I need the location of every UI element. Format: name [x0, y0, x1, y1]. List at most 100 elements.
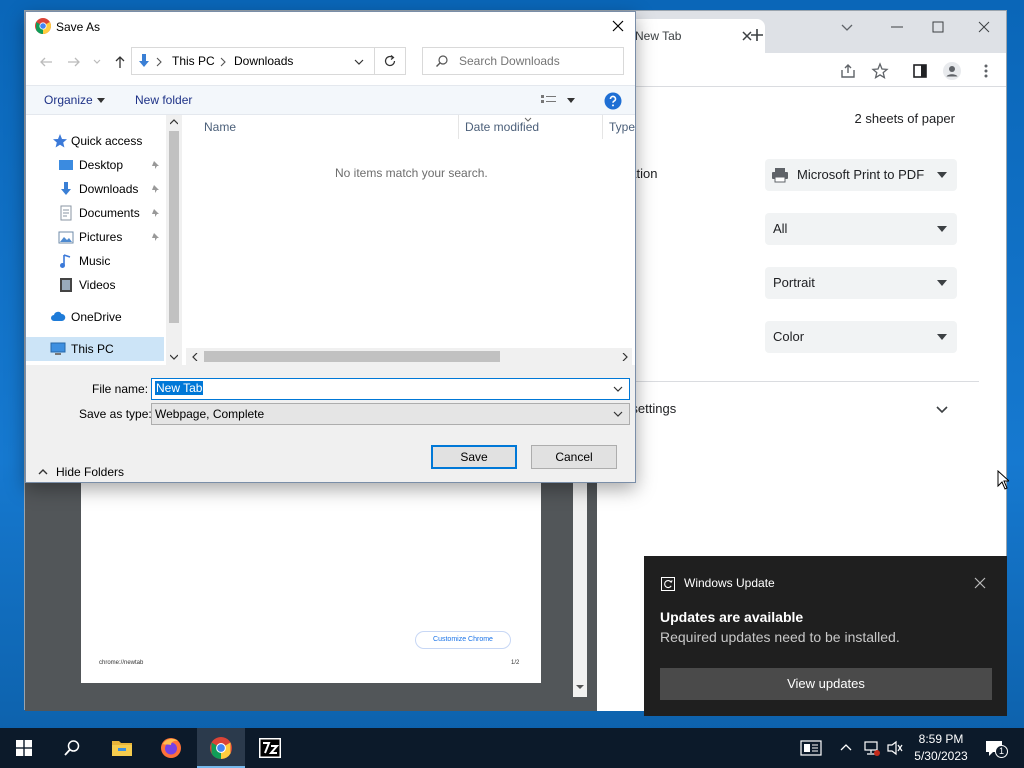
file-name-field[interactable]: New Tab [151, 378, 630, 400]
preview-scrollbar[interactable] [573, 483, 587, 697]
save-button[interactable]: Save [431, 445, 517, 469]
window-close-icon[interactable] [974, 17, 994, 37]
scroll-down-arrow-icon[interactable] [576, 683, 584, 691]
chevron-up-icon[interactable] [38, 468, 48, 475]
tab-search-chevron-icon[interactable] [837, 17, 857, 37]
scroll-up-arrow-icon[interactable] [170, 119, 178, 125]
address-bar[interactable]: This PC Downloads [131, 47, 375, 75]
color-select[interactable]: Color [765, 321, 957, 353]
nav-item-documents[interactable]: Documents [26, 201, 164, 225]
nav-item-videos[interactable]: Videos [26, 273, 164, 297]
toast-close-icon[interactable] [974, 577, 986, 589]
address-history-chevron-icon[interactable] [354, 58, 364, 66]
help-icon[interactable] [604, 92, 622, 110]
action-center-button[interactable]: 1 [980, 728, 1016, 768]
nav-item-desktop[interactable]: Desktop [26, 153, 164, 177]
file-list[interactable]: Name Date modified Type No items match y… [182, 115, 635, 365]
organize-menu[interactable]: Organize [44, 93, 93, 107]
taskbar: 8:59 PM 5/30/2023 1 [0, 728, 1024, 768]
save-as-type-dropdown-icon[interactable] [613, 411, 623, 418]
chrome-icon [210, 737, 232, 759]
profile-avatar-icon[interactable] [943, 62, 961, 80]
system-tray-chevron-icon[interactable] [840, 743, 852, 751]
dialog-bottom-panel: File name: New Tab Save as type: Webpage… [26, 365, 635, 482]
system-clock[interactable]: 8:59 PM 5/30/2023 [904, 731, 978, 765]
search-input[interactable] [459, 53, 619, 69]
dialog-title-bar[interactable]: Save As [26, 12, 635, 41]
new-tab-plus-icon[interactable] [749, 27, 765, 43]
dialog-title: Save As [56, 20, 101, 34]
cancel-button[interactable]: Cancel [531, 445, 617, 469]
minimize-icon[interactable] [887, 17, 907, 37]
toast-app-name: Windows Update [684, 576, 775, 590]
scroll-left-arrow-icon[interactable] [192, 353, 198, 361]
destination-value: Microsoft Print to PDF [797, 167, 925, 182]
document-icon [60, 205, 72, 221]
maximize-icon[interactable] [928, 17, 948, 37]
breadcrumb-this-pc[interactable]: This PC [172, 54, 215, 68]
firefox-icon [161, 738, 181, 758]
recent-locations-chevron-icon[interactable] [92, 54, 102, 70]
refresh-icon [384, 55, 396, 67]
breadcrumb-downloads[interactable]: Downloads [234, 54, 293, 68]
view-updates-button[interactable]: View updates [660, 668, 992, 700]
color-value: Color [773, 329, 805, 344]
windows-update-toast[interactable]: Windows Update Updates are available Req… [644, 556, 1007, 716]
7zip-icon [259, 738, 281, 758]
view-caret-icon[interactable] [567, 98, 575, 104]
news-widget-icon[interactable] [800, 740, 822, 756]
nav-item-pictures[interactable]: Pictures [26, 225, 164, 249]
organize-caret-icon[interactable] [97, 98, 105, 104]
scrollbar-thumb[interactable] [204, 351, 500, 362]
taskbar-7zip[interactable] [246, 728, 294, 768]
forward-arrow-icon[interactable] [66, 54, 82, 70]
volume-muted-icon[interactable] [886, 740, 904, 756]
bookmark-star-icon[interactable] [871, 62, 889, 80]
taskbar-search-button[interactable] [48, 728, 96, 768]
navigation-pane-scrollbar[interactable] [166, 115, 182, 365]
view-options-icon[interactable] [540, 93, 558, 107]
video-icon [60, 278, 72, 292]
side-panel-icon[interactable] [911, 62, 929, 80]
share-icon[interactable] [839, 62, 857, 80]
column-header-type[interactable]: Type [609, 115, 635, 139]
destination-select[interactable]: Microsoft Print to PDF [765, 159, 957, 191]
chevron-down-icon[interactable] [935, 405, 949, 415]
file-explorer-icon [112, 741, 132, 756]
back-arrow-icon[interactable] [38, 54, 54, 70]
hide-folders-toggle[interactable]: Hide Folders [56, 465, 124, 479]
refresh-button[interactable] [375, 47, 406, 75]
windows-logo-icon [16, 740, 32, 756]
scroll-down-arrow-icon[interactable] [170, 354, 178, 360]
nav-item-this-pc[interactable]: This PC [26, 337, 164, 361]
save-as-type-select[interactable]: Webpage, Complete [151, 403, 630, 425]
search-box[interactable] [422, 47, 624, 75]
preview-footer-url: chrome://newtab [99, 660, 144, 666]
new-folder-button[interactable]: New folder [135, 93, 192, 107]
pages-select[interactable]: All [765, 213, 957, 245]
horizontal-scrollbar[interactable] [186, 348, 632, 365]
nav-item-music[interactable]: Music [26, 249, 164, 273]
nav-item-onedrive[interactable]: OneDrive [26, 305, 164, 329]
desktop-icon [59, 160, 73, 170]
network-icon[interactable] [862, 740, 880, 756]
taskbar-file-explorer[interactable] [98, 728, 146, 768]
address-area: This PC Downloads [26, 41, 635, 85]
start-button[interactable] [0, 728, 48, 768]
scroll-right-arrow-icon[interactable] [622, 353, 628, 361]
command-bar: Organize New folder [26, 85, 635, 115]
save-as-dialog: Save As This PC Downloads Search Downloa… [25, 11, 636, 483]
taskbar-firefox[interactable] [147, 728, 195, 768]
layout-select[interactable]: Portrait [765, 267, 957, 299]
mouse-cursor-icon [997, 470, 1009, 490]
nav-item-quick-access[interactable]: Quick access [26, 129, 164, 153]
dialog-close-icon[interactable] [610, 18, 626, 34]
file-name-dropdown-icon[interactable] [613, 386, 623, 393]
column-header-name[interactable]: Name [204, 115, 236, 139]
chrome-tab-new-tab[interactable]: New Tab [625, 19, 765, 53]
scrollbar-thumb[interactable] [169, 131, 179, 323]
taskbar-chrome-active[interactable] [197, 728, 245, 768]
nav-item-downloads[interactable]: Downloads [26, 177, 164, 201]
up-arrow-icon[interactable] [112, 54, 128, 70]
chrome-menu-icon[interactable] [977, 62, 995, 80]
